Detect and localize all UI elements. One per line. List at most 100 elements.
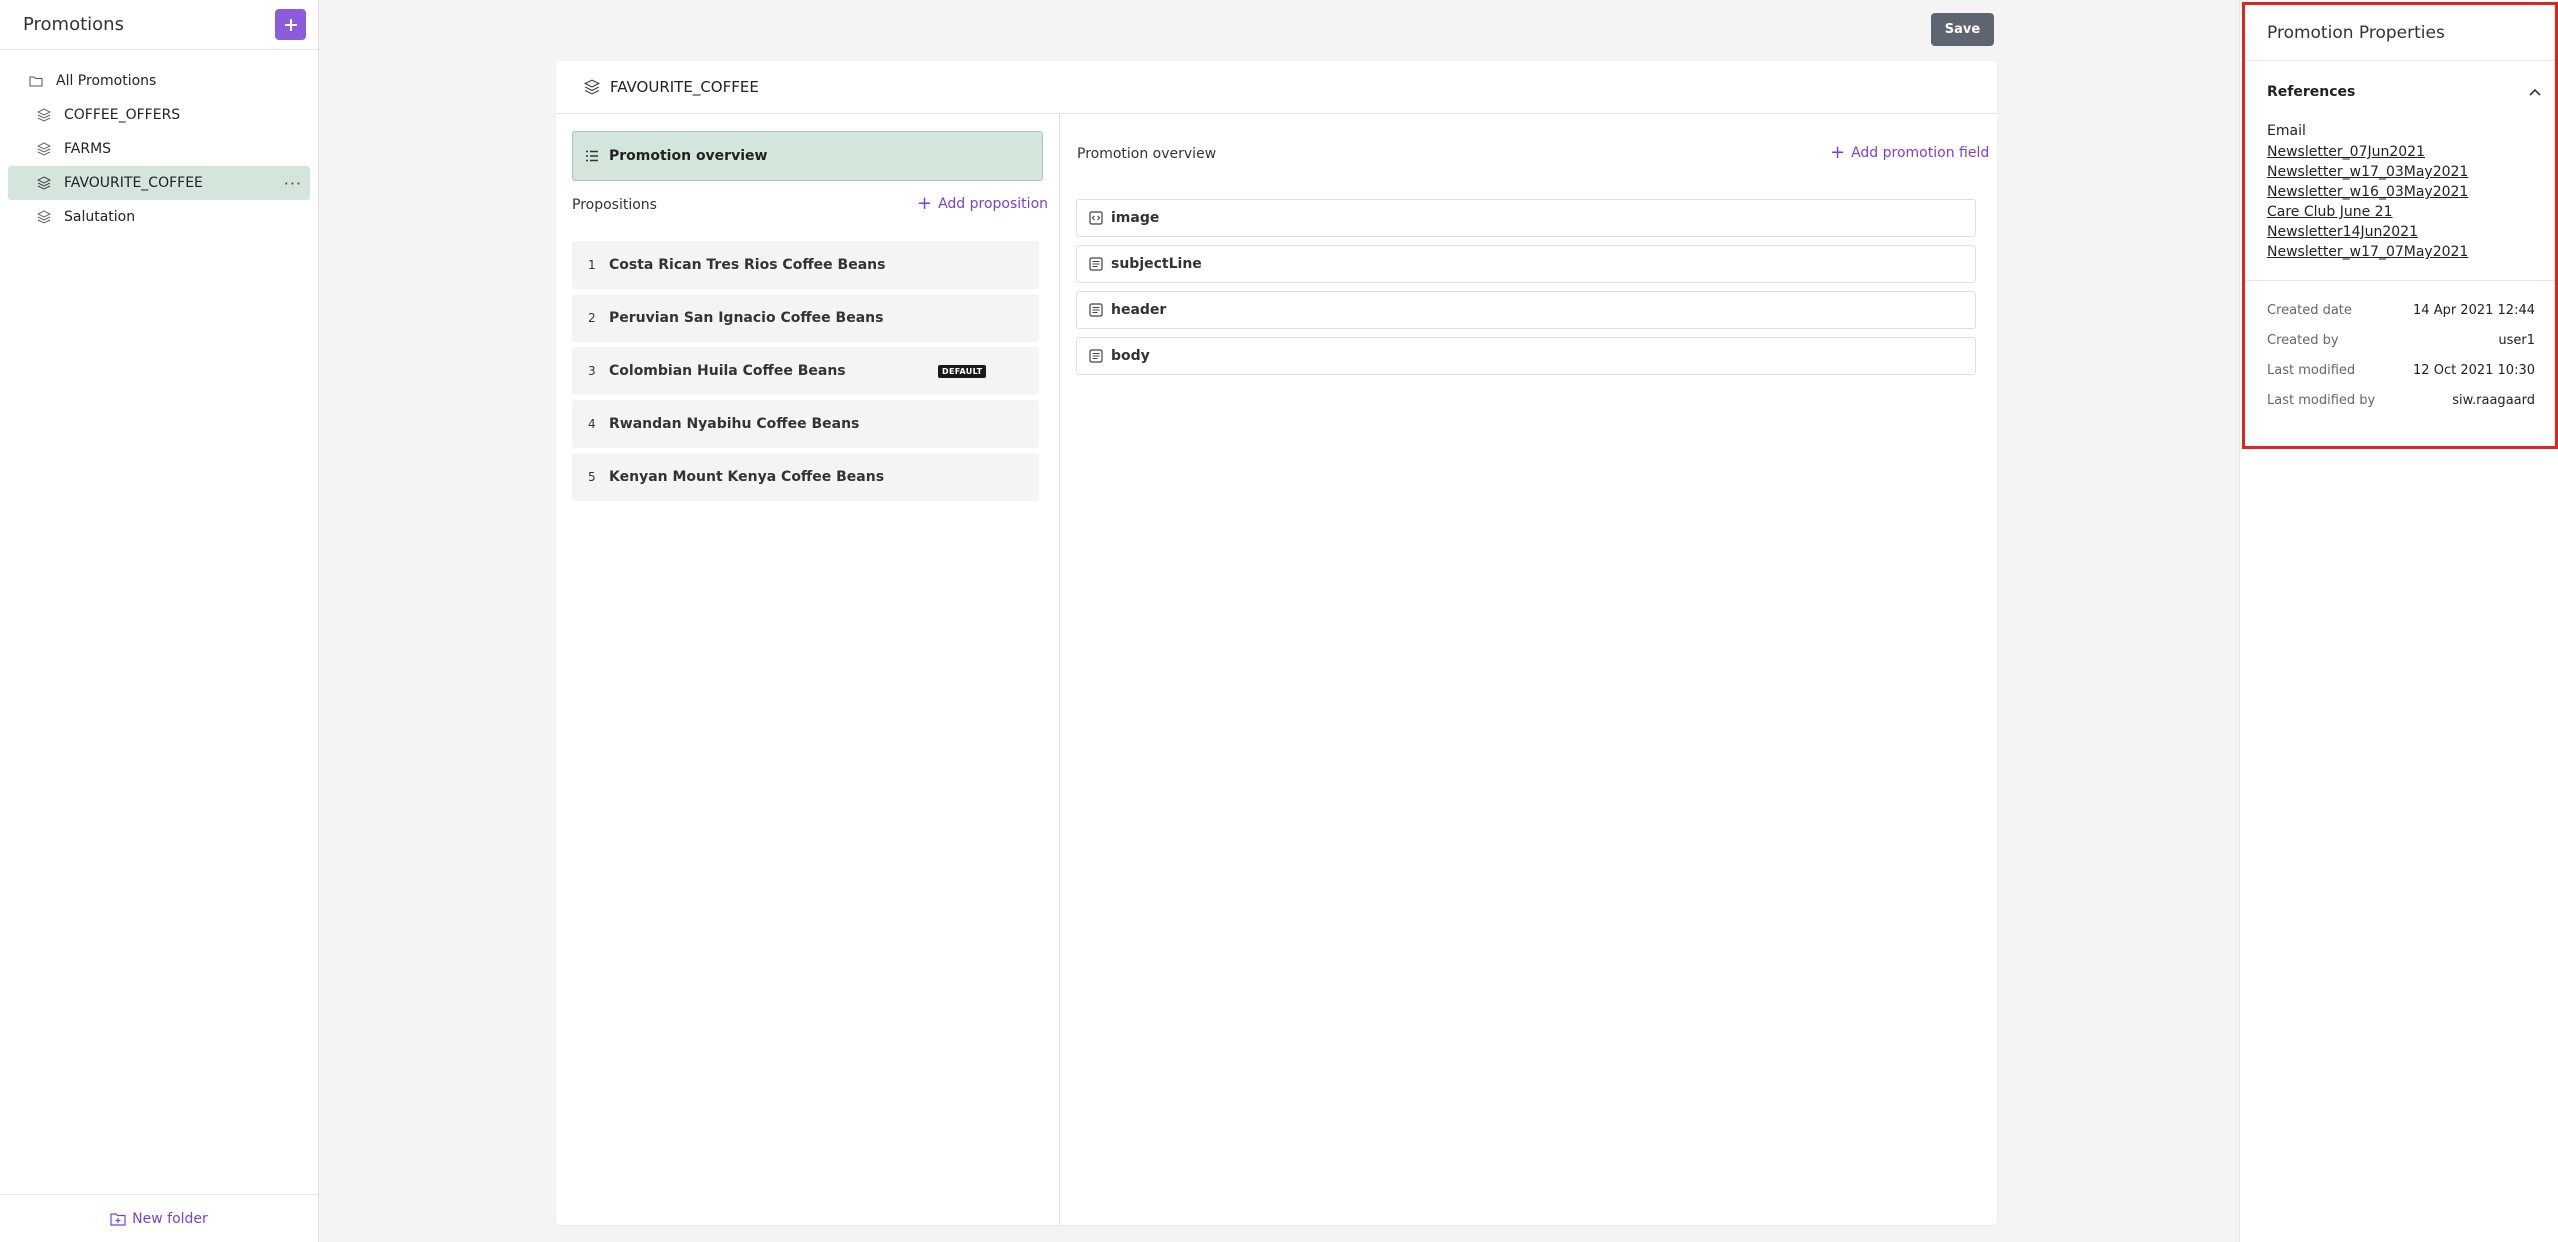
proposition-label: Peruvian San Ignacio Coffee Beans <box>609 310 884 326</box>
proposition-item[interactable]: 4 Rwandan Nyabihu Coffee Beans <box>572 400 1039 448</box>
new-folder-label: New folder <box>132 1210 208 1227</box>
field-image[interactable]: image <box>1076 199 1976 237</box>
add-promotion-button[interactable] <box>275 9 306 40</box>
layers-icon <box>36 175 52 191</box>
add-proposition-label: Add proposition <box>938 196 1049 212</box>
more-options-icon[interactable]: ··· <box>284 174 302 193</box>
reference-type: Email <box>2267 123 2306 139</box>
properties-highlight: Promotion Properties References Email Ne… <box>2242 2 2558 449</box>
overview-title: Promotion overview <box>1077 146 1217 162</box>
proposition-item[interactable]: 1 Costa Rican Tres Rios Coffee Beans <box>572 241 1039 289</box>
meta-key: Last modified <box>2267 362 2356 378</box>
propositions-label: Propositions <box>572 197 657 213</box>
reference-link[interactable]: Newsletter_07Jun2021 <box>2267 142 2555 162</box>
promotion-tree: All Promotions COFFEE_OFFERS FARMS FAVOU… <box>0 50 318 234</box>
add-field-label: Add promotion field <box>1851 145 1990 161</box>
proposition-item[interactable]: 3 Colombian Huila Coffee Beans DEFAULT <box>572 347 1039 395</box>
properties-panel: Promotion Properties References Email Ne… <box>2239 0 2558 1242</box>
tree-item-label: FAVOURITE_COFFEE <box>64 175 203 191</box>
overview-button-label: Promotion overview <box>609 148 768 164</box>
field-header[interactable]: header <box>1076 291 1976 329</box>
folder-icon <box>28 73 44 89</box>
promotion-name: FAVOURITE_COFFEE <box>610 78 759 96</box>
meta-value: user1 <box>2498 332 2535 348</box>
proposition-label: Costa Rican Tres Rios Coffee Beans <box>609 257 886 273</box>
layers-icon <box>36 107 52 123</box>
field-subjectline[interactable]: subjectLine <box>1076 245 1976 283</box>
promotion-editor: FAVOURITE_COFFEE Promotion overview Prop… <box>556 61 1997 1225</box>
references-list: Email Newsletter_07Jun2021 Newsletter_w1… <box>2245 123 2555 262</box>
proposition-number: 4 <box>588 417 596 431</box>
reference-link[interactable]: Newsletter_w17_07May2021 <box>2267 242 2555 262</box>
meta-last-modified: Last modified 12 Oct 2021 10:30 <box>2245 355 2555 385</box>
properties-title: Promotion Properties <box>2245 5 2555 61</box>
meta-created-by: Created by user1 <box>2245 325 2555 355</box>
new-folder-button[interactable]: New folder <box>0 1194 318 1242</box>
layers-icon <box>584 79 600 95</box>
save-button[interactable]: Save <box>1931 13 1994 46</box>
proposition-number: 5 <box>588 470 596 484</box>
meta-key: Created by <box>2267 332 2339 348</box>
add-promotion-field-button[interactable]: + Add promotion field <box>1830 144 1989 162</box>
proposition-label: Rwandan Nyabihu Coffee Beans <box>609 416 860 432</box>
sidebar-header: Promotions <box>0 0 318 50</box>
plus-icon: + <box>1830 142 1846 163</box>
meta-value: 12 Oct 2021 10:30 <box>2413 362 2535 378</box>
reference-link[interactable]: Care Club June 21 <box>2267 202 2555 222</box>
reference-link[interactable]: Newsletter14Jun2021 <box>2267 222 2555 242</box>
default-badge: DEFAULT <box>938 365 987 378</box>
tree-item-favourite-coffee[interactable]: FAVOURITE_COFFEE ··· <box>8 166 310 200</box>
meta-last-modified-by: Last modified by siw.raagaard <box>2245 385 2555 415</box>
list-icon <box>585 150 599 162</box>
meta-key: Last modified by <box>2267 392 2376 408</box>
propositions-column: Promotion overview Propositions + Add pr… <box>556 114 1060 1225</box>
field-body[interactable]: body <box>1076 337 1976 375</box>
plus-icon <box>284 18 297 31</box>
tree-item-label: Salutation <box>64 209 136 225</box>
code-icon <box>1089 211 1103 225</box>
tree-item-farms[interactable]: FARMS <box>8 132 310 166</box>
tree-item-label: FARMS <box>64 141 112 157</box>
tree-item-coffee-offers[interactable]: COFFEE_OFFERS <box>8 98 310 132</box>
sidebar-title: Promotions <box>23 14 124 35</box>
text-icon <box>1089 303 1103 317</box>
divider <box>2245 280 2555 281</box>
tree-item-salutation[interactable]: Salutation <box>8 200 310 234</box>
field-label: header <box>1111 302 1167 318</box>
layers-icon <box>36 141 52 157</box>
meta-key: Created date <box>2267 302 2352 318</box>
reference-link[interactable]: Newsletter_w16_03May2021 <box>2267 182 2555 202</box>
tree-item-label: All Promotions <box>56 73 157 89</box>
add-proposition-button[interactable]: + Add proposition <box>917 195 1048 213</box>
layers-icon <box>36 209 52 225</box>
promotion-overview-button[interactable]: Promotion overview <box>572 131 1043 181</box>
text-icon <box>1089 257 1103 271</box>
promotions-sidebar: Promotions All Promotions COFFEE_OFFERS … <box>0 0 319 1242</box>
plus-icon: + <box>917 193 933 214</box>
proposition-list: 1 Costa Rican Tres Rios Coffee Beans 2 P… <box>572 241 1039 506</box>
text-icon <box>1089 349 1103 363</box>
meta-created-date: Created date 14 Apr 2021 12:44 <box>2245 295 2555 325</box>
references-label: References <box>2267 84 2356 100</box>
proposition-number: 1 <box>588 258 596 272</box>
chevron-up-icon <box>2529 88 2541 96</box>
promotion-header: FAVOURITE_COFFEE <box>556 61 1997 114</box>
proposition-label: Colombian Huila Coffee Beans <box>609 363 846 379</box>
meta-value: siw.raagaard <box>2452 392 2535 408</box>
references-toggle[interactable]: References <box>2245 61 2555 123</box>
tree-item-all-promotions[interactable]: All Promotions <box>8 64 310 98</box>
fields-column: Promotion overview + Add promotion field… <box>1060 114 1997 1225</box>
proposition-number: 3 <box>588 364 596 378</box>
proposition-item[interactable]: 5 Kenyan Mount Kenya Coffee Beans <box>572 453 1039 501</box>
field-label: subjectLine <box>1111 256 1202 272</box>
tree-item-label: COFFEE_OFFERS <box>64 107 181 123</box>
field-label: image <box>1111 210 1160 226</box>
new-folder-icon <box>110 1212 126 1226</box>
meta-value: 14 Apr 2021 12:44 <box>2413 302 2535 318</box>
proposition-item[interactable]: 2 Peruvian San Ignacio Coffee Beans <box>572 294 1039 342</box>
proposition-number: 2 <box>588 311 596 325</box>
promotion-field-list: image subjectLine header body <box>1076 199 1976 383</box>
reference-link[interactable]: Newsletter_w17_03May2021 <box>2267 162 2555 182</box>
proposition-label: Kenyan Mount Kenya Coffee Beans <box>609 469 885 485</box>
field-label: body <box>1111 348 1150 364</box>
